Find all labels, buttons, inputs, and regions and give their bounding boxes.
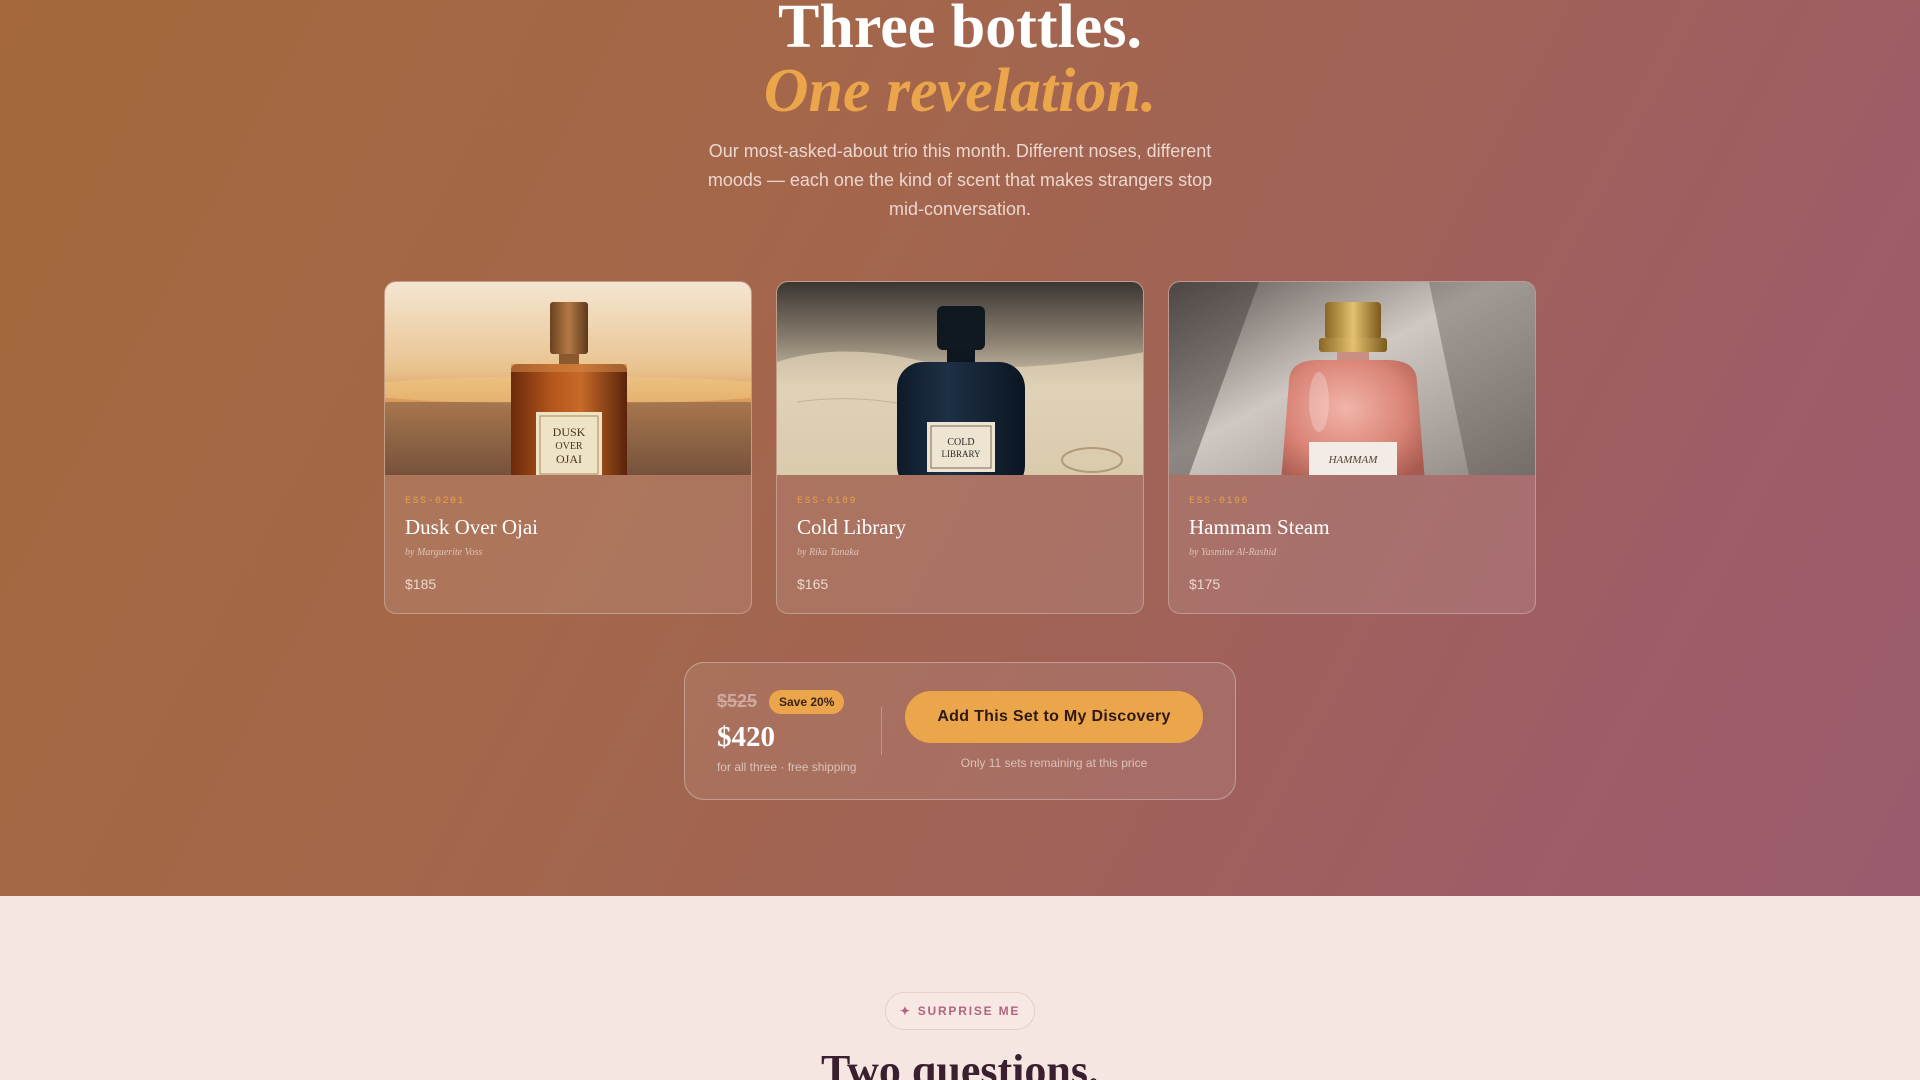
product-sku: ESS-0189 bbox=[797, 496, 858, 507]
product-perfumer: by Rika Tanaka bbox=[797, 547, 859, 558]
svg-text:DUSK: DUSK bbox=[553, 425, 586, 439]
price-note: for all three · free shipping bbox=[717, 760, 857, 774]
add-set-button[interactable]: Add This Set to My Discovery bbox=[905, 691, 1203, 743]
product-card-hammam-steam[interactable]: HAMMAM ESS-0196 Hammam Steam by Yasmine … bbox=[1168, 281, 1536, 614]
product-sku: ESS-0201 bbox=[405, 496, 466, 507]
stock-note: Only 11 sets remaining at this price bbox=[960, 756, 1148, 770]
product-name[interactable]: Cold Library bbox=[797, 515, 906, 540]
hero-section: Three bottles. One revelation. Our most-… bbox=[0, 0, 1920, 896]
sparkle-icon: ✦ bbox=[899, 1004, 912, 1018]
svg-text:LIBRARY: LIBRARY bbox=[941, 449, 981, 459]
product-perfumer: by Marguerite Voss bbox=[405, 547, 483, 558]
hero-subtitle: One revelation. bbox=[763, 57, 1157, 125]
surprise-me-badge[interactable]: ✦ SURPRISE ME bbox=[885, 992, 1035, 1030]
product-name[interactable]: Hammam Steam bbox=[1189, 515, 1330, 540]
section-title: Two questions. bbox=[821, 1046, 1099, 1080]
product-name[interactable]: Dusk Over Ojai bbox=[405, 515, 538, 540]
save-badge: Save 20% bbox=[769, 690, 845, 714]
product-card-dusk-over-ojai[interactable]: DUSK OVER OJAI ESS-0201 Dusk Over Ojai b… bbox=[384, 281, 752, 614]
product-price: $175 bbox=[1189, 576, 1221, 592]
hero-title: Three bottles. bbox=[778, 0, 1142, 61]
bundle-offer-panel: $525 Save 20% $420 for all three · free … bbox=[684, 662, 1236, 800]
svg-text:OJAI: OJAI bbox=[556, 452, 582, 466]
product-price: $165 bbox=[797, 576, 829, 592]
hero-description: Our most-asked-about trio this month. Di… bbox=[707, 141, 1213, 219]
svg-text:COLD: COLD bbox=[947, 437, 974, 448]
divider bbox=[881, 707, 882, 755]
product-price: $185 bbox=[405, 576, 437, 592]
product-image-amber-bottle[interactable]: DUSK OVER OJAI bbox=[385, 282, 751, 475]
bundle-price: $420 bbox=[717, 721, 775, 753]
product-image-rose-bottle[interactable]: HAMMAM bbox=[1169, 282, 1535, 475]
product-perfumer: by Yasmine Al-Rashid bbox=[1189, 547, 1277, 558]
product-card-cold-library[interactable]: COLD LIBRARY ESS-0189 Cold Library by Ri… bbox=[776, 281, 1144, 614]
product-image-navy-bottle[interactable]: COLD LIBRARY bbox=[777, 282, 1143, 475]
surprise-me-label: SURPRISE ME bbox=[917, 1004, 1021, 1018]
svg-text:OVER: OVER bbox=[555, 441, 583, 452]
product-sku: ESS-0196 bbox=[1189, 496, 1250, 507]
original-price: $525 bbox=[717, 691, 758, 711]
svg-text:HAMMAM: HAMMAM bbox=[1328, 454, 1379, 466]
